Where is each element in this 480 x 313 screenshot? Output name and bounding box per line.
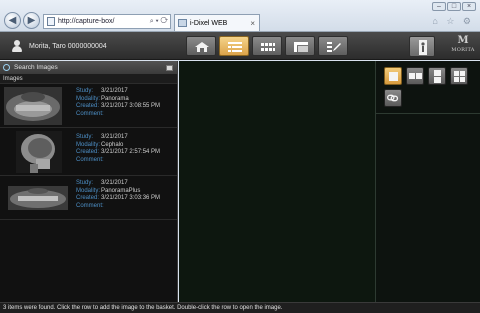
list-grid-icon [228, 42, 242, 52]
patient-name: Morita, Taro 0000000004 [29, 42, 107, 50]
two-row-layout-icon [434, 70, 441, 76]
tab-title: i-Dixel WEB [190, 19, 228, 27]
address-bar[interactable]: http://capture-box/ ⌕ ▾ ⟳ [43, 14, 171, 29]
panorama-plus-thumbnail [8, 186, 68, 210]
browser-tools-icons[interactable]: ⌂ ☆ ⚙ [432, 16, 474, 27]
report-button[interactable] [318, 36, 348, 56]
study-date: 3/21/2017 [101, 134, 128, 140]
modality: Cephalo [101, 141, 124, 148]
minimize-button[interactable]: – [432, 2, 446, 11]
cephalo-thumbnail [16, 131, 62, 173]
address-url: http://capture-box/ [58, 18, 115, 25]
collapse-panel-icon[interactable] [166, 64, 173, 71]
created-time: 3/21/2017 2:57:54 PM [101, 149, 161, 156]
image-metadata: Study: 3/21/2017 Modality:PanoramaPlus Cr… [76, 180, 161, 209]
layout-panel [375, 61, 480, 302]
person-icon [12, 40, 22, 52]
panorama-thumbnail [4, 87, 62, 125]
image-metadata: Study: 3/21/2017 Modality:Cephalo Created… [76, 134, 161, 163]
browser-chrome: – □ × ◀ ▶ http://capture-box/ ⌕ ▾ ⟳ i-Di… [0, 0, 480, 32]
modality: Panorama [101, 95, 129, 102]
layout-2x2-button[interactable] [450, 67, 468, 85]
thumbnail-view-button[interactable] [252, 36, 282, 56]
two-column-layout-icon [409, 73, 415, 79]
link-button[interactable] [384, 89, 402, 107]
window-controls: – □ × [431, 2, 476, 11]
status-bar: 3 items were found. Click the row to add… [0, 302, 480, 313]
close-window-button[interactable]: × [462, 2, 476, 11]
back-button[interactable]: ◀ [4, 12, 21, 29]
study-date: 3/21/2017 [101, 88, 128, 94]
forward-button[interactable]: ▶ [23, 12, 40, 29]
layout-1x1-button[interactable] [384, 67, 402, 85]
link-icon [387, 94, 399, 102]
image-row-panorama[interactable]: Study: 3/21/2017 Modality:Panorama Create… [0, 84, 177, 128]
list-view-button[interactable] [219, 36, 249, 56]
maximize-button[interactable]: □ [447, 2, 461, 11]
logo-mark: M [457, 35, 469, 46]
layout-1x2-button[interactable] [428, 67, 446, 85]
patient-info: Morita, Taro 0000000004 [12, 40, 107, 52]
tab-close-icon[interactable]: × [250, 16, 259, 31]
grid-layout-icon [454, 71, 459, 76]
logout-button[interactable] [409, 36, 435, 57]
images-heading: Images [0, 74, 177, 84]
address-tools-icon[interactable]: ⌕ ▾ ⟳ [150, 15, 170, 28]
layout-2x1-button[interactable] [406, 67, 424, 85]
image-row-panorama-plus[interactable]: Study: 3/21/2017 Modality:PanoramaPlus Cr… [0, 176, 177, 220]
image-viewer-icon [294, 42, 308, 52]
browser-tab[interactable]: i-Dixel WEB × [174, 14, 260, 31]
thumbnail-strip-icon [261, 43, 275, 51]
home-icon [195, 42, 209, 52]
created-time: 3/21/2017 3:08:55 PM [101, 103, 161, 110]
study-date: 3/21/2017 [101, 180, 128, 186]
search-images-bar[interactable]: Search Images [0, 61, 177, 74]
single-layout-icon [389, 72, 398, 81]
logo-text: MORITA [451, 47, 475, 53]
panel-divider [376, 113, 480, 114]
home-button[interactable] [186, 36, 216, 56]
morita-logo: M MORITA [449, 35, 477, 58]
image-list-panel: Search Images Images Study: 3/21/2017 Mod… [0, 61, 178, 302]
image-view-button[interactable] [285, 36, 315, 56]
search-icon [3, 64, 10, 71]
image-row-cephalo[interactable]: Study: 3/21/2017 Modality:Cephalo Created… [0, 128, 177, 176]
page-icon [47, 17, 55, 26]
favicon-icon [178, 19, 187, 27]
search-images-label: Search Images [14, 64, 58, 71]
image-viewer-area[interactable] [179, 61, 375, 302]
modality: PanoramaPlus [101, 187, 141, 194]
created-time: 3/21/2017 3:03:36 PM [101, 195, 161, 202]
image-metadata: Study: 3/21/2017 Modality:Panorama Create… [76, 88, 161, 117]
pencil-report-icon [327, 42, 341, 52]
exit-door-icon [419, 40, 427, 55]
app-window: – □ × ◀ ▶ http://capture-box/ ⌕ ▾ ⟳ i-Di… [0, 0, 480, 313]
